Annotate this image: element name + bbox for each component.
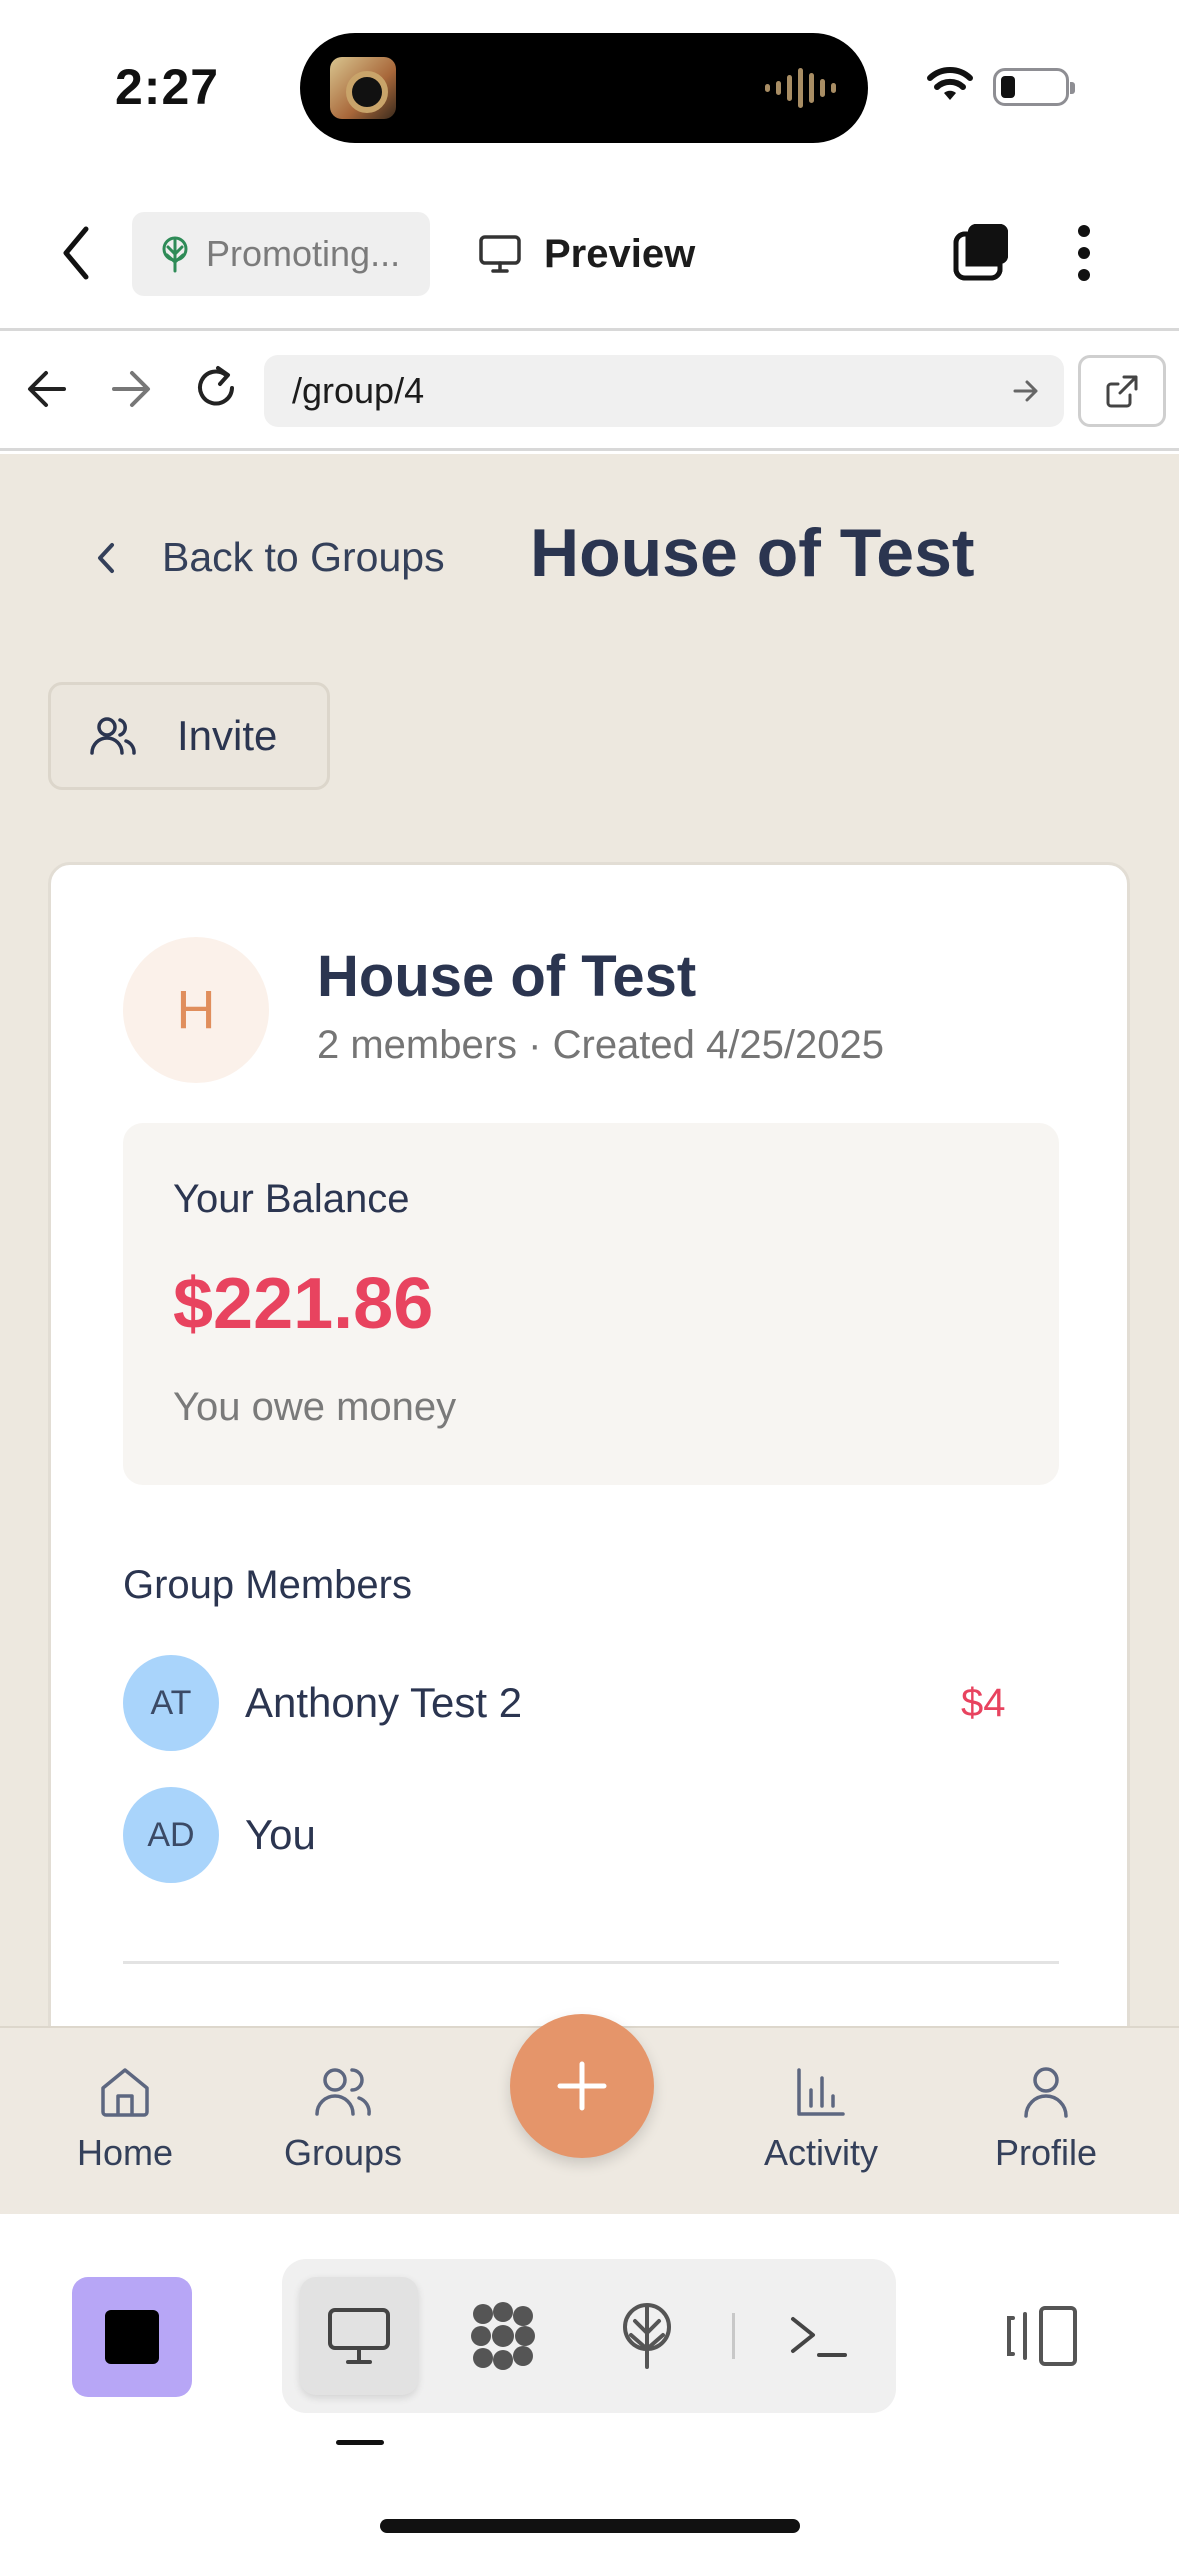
invite-button[interactable]: Invite xyxy=(48,682,330,790)
status-bar: 2:27 xyxy=(0,0,1179,175)
tree-icon xyxy=(162,236,188,273)
reload-icon[interactable] xyxy=(192,363,240,413)
project-label: Promoting... xyxy=(206,233,401,274)
member-avatar: AT xyxy=(123,1655,219,1751)
group-card: H House of Test 2 members · Created 4/25… xyxy=(48,862,1130,2026)
tree-icon xyxy=(623,2303,671,2369)
back-to-groups-link[interactable]: Back to Groups xyxy=(96,534,445,581)
page-title: House of Test xyxy=(530,515,975,591)
url-field[interactable]: /group/4 xyxy=(264,355,1064,427)
battery-icon xyxy=(993,68,1075,106)
divider xyxy=(123,1961,1059,1964)
host-dock xyxy=(0,2214,1179,2556)
shapes-tool-button[interactable] xyxy=(444,2277,562,2395)
browser-back-icon[interactable] xyxy=(26,367,68,411)
active-tool-indicator xyxy=(336,2440,384,2445)
member-row[interactable]: AD You xyxy=(123,1785,1063,1885)
browser-toolbar: /group/4 xyxy=(0,331,1179,451)
member-name: Anthony Test 2 xyxy=(245,1679,523,1726)
browser-forward-icon[interactable] xyxy=(110,367,152,411)
deploy-tool-button[interactable] xyxy=(588,2277,706,2395)
chevron-left-icon xyxy=(98,542,114,573)
nav-profile[interactable]: Profile xyxy=(956,2064,1136,2174)
back-to-groups-label: Back to Groups xyxy=(162,534,445,580)
tabs-icon[interactable] xyxy=(952,222,1012,282)
invite-label: Invite xyxy=(177,712,278,759)
nav-home[interactable]: Home xyxy=(35,2064,215,2174)
users-icon xyxy=(315,2068,371,2116)
bottom-nav: Home Groups Activity Profile xyxy=(0,2014,1179,2214)
app-top-bar: Promoting... Preview xyxy=(0,175,1179,331)
nav-label: Profile xyxy=(994,2132,1098,2173)
plus-icon xyxy=(557,2061,607,2111)
group-avatar: H xyxy=(123,937,269,1083)
open-external-button[interactable] xyxy=(1078,355,1166,427)
terminal-tool-button[interactable] xyxy=(760,2277,878,2395)
preview-label: Preview xyxy=(544,231,696,276)
home-indicator xyxy=(380,2519,800,2533)
balance-panel: Your Balance $221.86 You owe money xyxy=(123,1123,1059,1485)
nav-groups[interactable]: Groups xyxy=(253,2064,433,2174)
group-meta: 2 members · Created 4/25/2025 xyxy=(317,1023,884,1067)
wifi-icon xyxy=(927,67,973,100)
member-row[interactable]: AT Anthony Test 2 $4 xyxy=(123,1653,1063,1753)
monitor-icon xyxy=(328,2308,390,2364)
nav-label: Activity xyxy=(763,2132,878,2173)
audio-waveform-icon xyxy=(765,67,836,109)
user-icon xyxy=(1024,2067,1068,2118)
member-amount: $4 xyxy=(961,1681,1006,1725)
more-options-icon[interactable] xyxy=(1074,223,1094,283)
preview-button[interactable]: Preview xyxy=(478,212,695,296)
home-icon xyxy=(101,2068,149,2117)
terminal-icon xyxy=(791,2317,847,2357)
side-panel-icon[interactable] xyxy=(1005,2304,1081,2368)
desktop-tool-button[interactable] xyxy=(300,2277,418,2395)
status-time: 2:27 xyxy=(115,59,220,115)
dynamic-island xyxy=(300,33,868,143)
balance-amount: $221.86 xyxy=(173,1264,434,1344)
project-pill[interactable]: Promoting... xyxy=(132,212,430,296)
dock-toolbar xyxy=(282,2259,896,2413)
member-name: You xyxy=(245,1811,316,1858)
nav-activity[interactable]: Activity xyxy=(731,2064,911,2174)
group-name: House of Test xyxy=(317,944,697,1009)
now-playing-album-art xyxy=(330,57,396,119)
web-content: Back to Groups House of Test Invite H Ho… xyxy=(0,454,1179,2026)
balance-status: You owe money xyxy=(173,1385,457,1429)
external-link-icon xyxy=(1106,375,1138,408)
center-add-button[interactable] xyxy=(510,2014,654,2158)
users-icon xyxy=(90,717,136,755)
members-heading: Group Members xyxy=(123,1563,412,1607)
monitor-icon xyxy=(479,235,521,273)
balance-label: Your Balance xyxy=(173,1177,410,1221)
blob-grid-icon xyxy=(471,2302,535,2370)
nav-label: Home xyxy=(76,2132,174,2173)
nav-label: Groups xyxy=(283,2132,403,2173)
back-chevron-icon[interactable] xyxy=(60,223,92,283)
url-text: /group/4 xyxy=(292,370,425,411)
stop-app-button[interactable] xyxy=(72,2277,192,2397)
member-avatar: AD xyxy=(123,1787,219,1883)
toolbar-separator xyxy=(732,2313,735,2359)
bar-chart-icon xyxy=(797,2068,845,2116)
go-arrow-icon[interactable] xyxy=(1012,377,1040,405)
